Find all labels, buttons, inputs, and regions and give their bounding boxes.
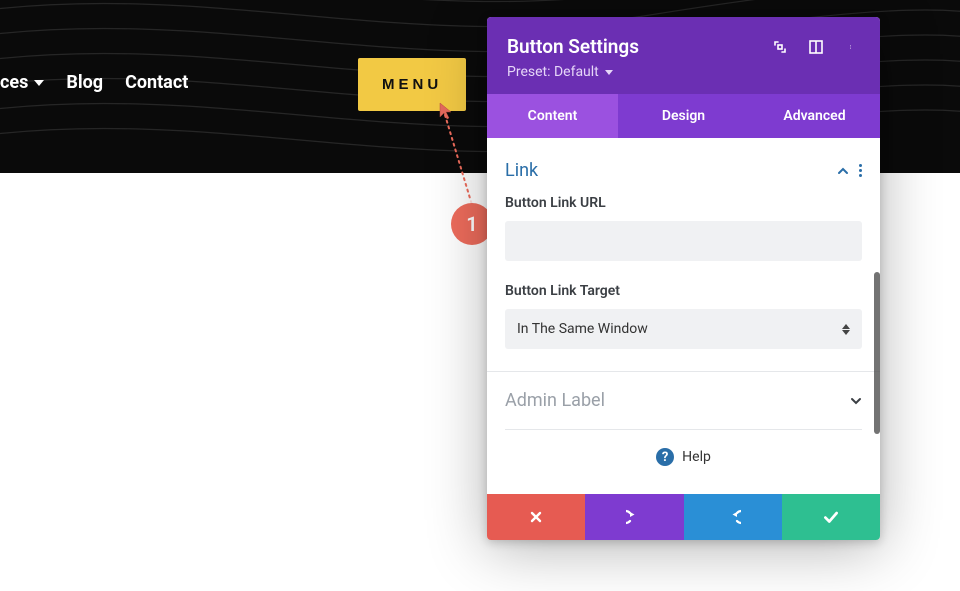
nav-item-contact[interactable]: Contact bbox=[125, 72, 188, 93]
nav-item-services[interactable]: ces bbox=[0, 72, 44, 93]
tab-content[interactable]: Content bbox=[487, 94, 618, 138]
chevron-down-icon[interactable] bbox=[850, 395, 862, 407]
menu-button-label: MENU bbox=[382, 76, 442, 93]
menu-button[interactable]: MENU bbox=[358, 58, 466, 111]
check-icon bbox=[822, 508, 840, 526]
nav-item-label: Contact bbox=[125, 72, 188, 93]
section-title: Admin Label bbox=[505, 390, 605, 411]
section-divider bbox=[487, 371, 880, 372]
panel-body: Link Button Link URL Button Link Target … bbox=[487, 138, 880, 494]
panel-title: Button Settings bbox=[507, 35, 639, 58]
field-button-link-url: Button Link URL bbox=[505, 195, 862, 261]
field-button-link-target: Button Link Target In The Same Window bbox=[505, 283, 862, 349]
undo-icon bbox=[626, 509, 642, 525]
tab-design[interactable]: Design bbox=[618, 94, 749, 138]
more-vertical-icon[interactable] bbox=[844, 39, 860, 55]
help-icon: ? bbox=[656, 448, 674, 466]
field-label: Button Link URL bbox=[505, 195, 862, 211]
tab-label: Design bbox=[662, 108, 705, 124]
chevron-up-icon[interactable] bbox=[837, 165, 849, 177]
cancel-button[interactable] bbox=[487, 494, 585, 540]
save-button[interactable] bbox=[782, 494, 880, 540]
panel-footer-actions bbox=[487, 494, 880, 540]
more-vertical-icon[interactable] bbox=[859, 164, 862, 177]
panel-scrollbar[interactable] bbox=[874, 272, 880, 434]
button-link-url-input[interactable] bbox=[505, 221, 862, 261]
tab-label: Content bbox=[528, 108, 578, 124]
select-value: In The Same Window bbox=[517, 321, 648, 337]
chevron-down-icon bbox=[34, 80, 44, 86]
tab-advanced[interactable]: Advanced bbox=[749, 94, 880, 138]
help-label: Help bbox=[682, 449, 711, 465]
select-arrows-icon bbox=[842, 324, 850, 335]
preset-label: Preset: Default bbox=[507, 64, 599, 80]
preset-dropdown[interactable]: Preset: Default bbox=[507, 64, 613, 80]
close-icon bbox=[529, 510, 543, 524]
help-row[interactable]: ? Help bbox=[505, 429, 862, 484]
redo-button[interactable] bbox=[684, 494, 782, 540]
nav-item-blog[interactable]: Blog bbox=[66, 72, 103, 93]
nav-item-label: ces bbox=[0, 72, 28, 93]
section-link-header[interactable]: Link bbox=[505, 156, 862, 195]
triangle-down-icon bbox=[605, 70, 613, 75]
expand-icon[interactable] bbox=[772, 39, 788, 55]
button-settings-panel: Button Settings Preset: Default Content … bbox=[487, 17, 880, 540]
primary-nav: ces Blog Contact bbox=[0, 72, 188, 93]
settings-tabs: Content Design Advanced bbox=[487, 94, 880, 138]
section-admin-label-header[interactable]: Admin Label bbox=[505, 384, 862, 429]
panel-header[interactable]: Button Settings Preset: Default bbox=[487, 17, 880, 94]
field-label: Button Link Target bbox=[505, 283, 862, 299]
button-link-target-select[interactable]: In The Same Window bbox=[505, 309, 862, 349]
redo-icon bbox=[725, 509, 741, 525]
snap-icon[interactable] bbox=[808, 39, 824, 55]
section-title: Link bbox=[505, 160, 538, 181]
undo-button[interactable] bbox=[585, 494, 683, 540]
annotation-number: 1 bbox=[466, 212, 477, 236]
nav-item-label: Blog bbox=[66, 72, 103, 93]
tab-label: Advanced bbox=[783, 108, 845, 124]
